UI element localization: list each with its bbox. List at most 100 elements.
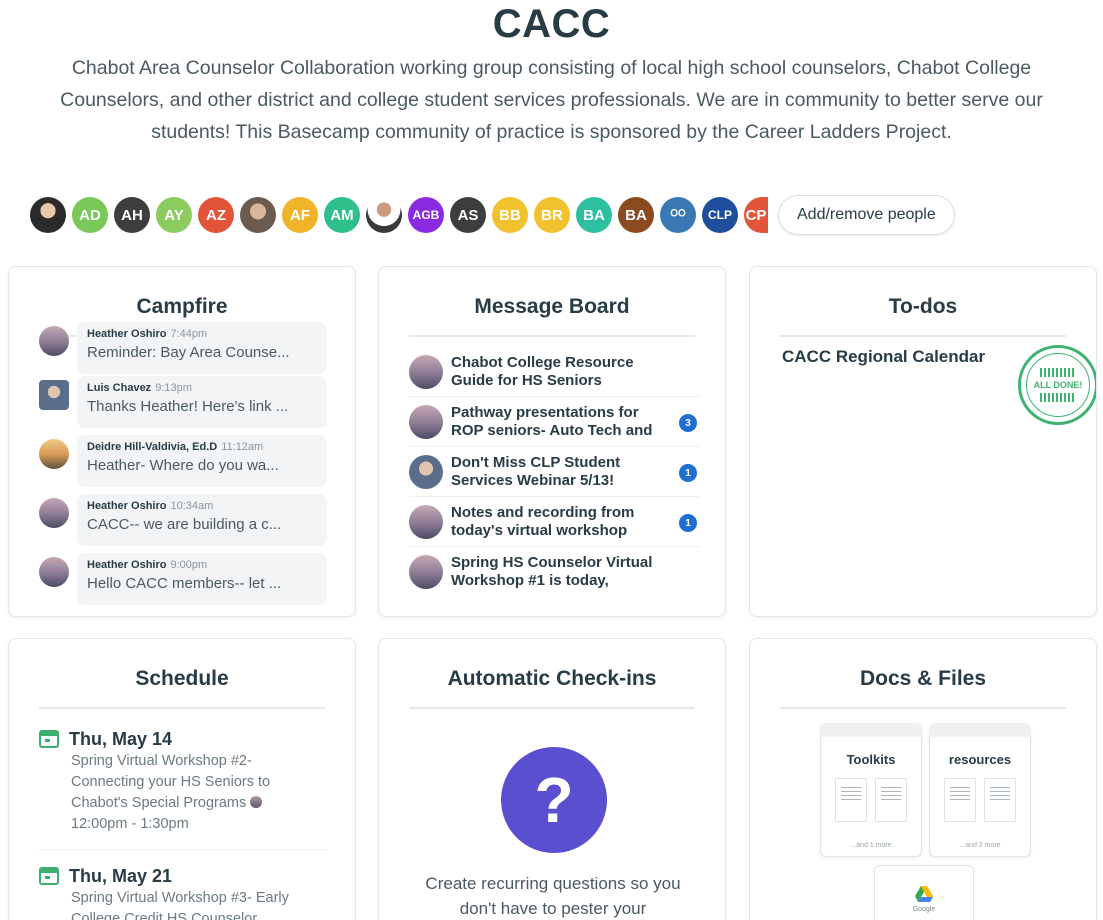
campfire-card[interactable]: Campfire Heather Oshiro 7:44pm Reminder: …	[8, 266, 356, 617]
chat-author: Luis Chavez	[87, 382, 152, 394]
message-item[interactable]: Notes and recording from today's virtual…	[409, 497, 699, 547]
message-list: Chabot College Resource Guide for HS Sen…	[409, 347, 699, 597]
avatar-initials: AGB	[412, 208, 440, 222]
chat-text: Reminder: Bay Area Counse...	[87, 344, 290, 361]
schedule-card[interactable]: Schedule Thu, May 14 Spring Virtual Work…	[8, 638, 356, 920]
avatar	[39, 380, 69, 410]
event-date: Thu, May 14	[69, 728, 173, 749]
avatar-initials: AM	[330, 206, 354, 224]
document-thumbnail	[835, 778, 867, 822]
avatar-list: AD AH AY AZ AF AM AGB AS BB BR BA BA ᴼᴼ CLP CP	[30, 197, 774, 233]
avatar-initials: AS	[457, 206, 479, 224]
todos-title[interactable]: To-dos	[750, 295, 1096, 319]
event-description-text: Spring Virtual Workshop #2- Connecting y…	[71, 753, 271, 811]
person-avatar[interactable]: BB	[492, 197, 528, 233]
avatar-initials: BB	[499, 206, 521, 224]
person-avatar[interactable]: AY	[156, 197, 192, 233]
add-remove-people-button[interactable]: Add/remove people	[778, 195, 955, 235]
comment-count-badge: 1	[679, 464, 697, 482]
checkins-title[interactable]: Automatic Check-ins	[379, 667, 725, 691]
person-avatar[interactable]: AZ	[198, 197, 234, 233]
chat-author: Heather Oshiro	[87, 500, 167, 512]
message-item[interactable]: Pathway presentations for ROP seniors- A…	[409, 397, 699, 447]
chat-line[interactable]: Deidre Hill-Valdivia, Ed.D 11:12am Heathe…	[39, 435, 327, 494]
stamp-ring: ALL DONE!	[1026, 353, 1090, 417]
chat-text: Hello CACC members-- let ...	[87, 575, 282, 592]
message-title[interactable]: Notes and recording from today's virtual…	[451, 504, 669, 540]
avatar-initials: CLP	[708, 208, 732, 222]
campfire-title[interactable]: Campfire	[9, 295, 355, 319]
document-thumbnail	[944, 778, 976, 822]
chat-line[interactable]: Heather Oshiro 9:00pm Hello CACC members-…	[39, 553, 327, 612]
message-title[interactable]: Chabot College Resource Guide for HS Sen…	[451, 354, 669, 390]
docs-card[interactable]: Docs & Files Toolkits ...and 1 more reso…	[749, 638, 1097, 920]
docs-title[interactable]: Docs & Files	[750, 667, 1096, 691]
calendar-icon	[39, 867, 59, 885]
event-time: 12:00pm - 1:30pm	[71, 816, 189, 832]
card-divider	[780, 707, 1066, 709]
stamp-stripes	[1040, 393, 1076, 402]
chat-time: 10:34am	[170, 500, 214, 512]
person-avatar[interactable]: AGB	[408, 197, 444, 233]
stamp-stripes	[1040, 368, 1076, 377]
avatar-initials: AF	[290, 206, 310, 224]
message-item[interactable]: Don't Miss CLP Student Services Webinar …	[409, 447, 699, 497]
checkins-card[interactable]: Automatic Check-ins ? Create recurring q…	[378, 638, 726, 920]
avatar	[39, 439, 69, 469]
person-avatar[interactable]: ᴼᴼ	[660, 197, 696, 233]
message-board-card[interactable]: Message Board Chabot College Resource Gu…	[378, 266, 726, 617]
person-avatar[interactable]: CLP	[702, 197, 738, 233]
schedule-title[interactable]: Schedule	[9, 667, 355, 691]
person-avatar[interactable]: CP	[744, 197, 768, 233]
message-item[interactable]: Spring HS Counselor Virtual Workshop #1 …	[409, 547, 699, 597]
event-date: Thu, May 21	[69, 865, 173, 886]
folder-resources[interactable]: resources ...and 2 more	[929, 723, 1031, 857]
google-file-label: Google	[912, 906, 936, 913]
person-avatar[interactable]: AD	[72, 197, 108, 233]
message-title[interactable]: Pathway presentations for ROP seniors- A…	[451, 404, 669, 440]
message-title[interactable]: Spring HS Counselor Virtual Workshop #1 …	[451, 554, 669, 590]
comment-count-badge: 3	[679, 414, 697, 432]
chat-line[interactable]: Heather Oshiro 10:34am CACC-- we are buil…	[39, 494, 327, 553]
google-drive-icon	[915, 886, 933, 902]
google-drive-file[interactable]: Google	[874, 865, 974, 920]
chat-bubble: Heather Oshiro 9:00pm Hello CACC members-…	[77, 553, 327, 605]
message-title[interactable]: Don't Miss CLP Student Services Webinar …	[451, 454, 669, 490]
person-avatar[interactable]: AF	[282, 197, 318, 233]
chat-time: 11:12am	[221, 441, 264, 453]
avatar	[409, 504, 443, 539]
folder-toolkits[interactable]: Toolkits ...and 1 more	[820, 723, 922, 857]
person-avatar[interactable]: AS	[450, 197, 486, 233]
message-board-title[interactable]: Message Board	[379, 295, 725, 319]
checkins-blurb: Create recurring questions so you don't …	[425, 874, 681, 918]
campfire-chat-list: Heather Oshiro 7:44pm Reminder: Bay Area …	[39, 322, 327, 612]
chat-line[interactable]: Heather Oshiro 7:44pm Reminder: Bay Area …	[39, 322, 327, 374]
person-avatar[interactable]	[366, 197, 402, 233]
person-avatar[interactable]: BA	[576, 197, 612, 233]
schedule-event[interactable]: Thu, May 21 Spring Virtual Workshop #3- …	[39, 864, 327, 920]
person-avatar[interactable]	[30, 197, 66, 233]
avatar-initials: BR	[541, 206, 563, 224]
person-avatar[interactable]: AM	[324, 197, 360, 233]
folder-name: resources	[948, 752, 1012, 767]
person-avatar[interactable]	[240, 197, 276, 233]
card-divider	[780, 335, 1066, 337]
message-item[interactable]: Chabot College Resource Guide for HS Sen…	[409, 347, 699, 397]
calendar-icon	[39, 730, 59, 748]
chat-bubble: Heather Oshiro 10:34am CACC-- we are buil…	[77, 494, 327, 546]
chat-text: CACC-- we are building a c...	[87, 516, 282, 533]
todos-card[interactable]: To-dos CACC Regional Calendar ALL DONE!	[749, 266, 1097, 617]
chat-time: 9:00pm	[170, 559, 208, 571]
schedule-event[interactable]: Thu, May 14 Spring Virtual Workshop #2- …	[39, 727, 327, 850]
avatar-initials: AH	[121, 206, 143, 224]
todo-list-title[interactable]: CACC Regional Calendar	[782, 347, 985, 367]
avatar	[409, 555, 443, 589]
person-avatar[interactable]: BA	[618, 197, 654, 233]
folder-tab	[929, 723, 1031, 737]
person-avatar[interactable]: BR	[534, 197, 570, 233]
event-description: Spring Virtual Workshop #3- Early Colleg…	[71, 890, 289, 920]
all-done-stamp: ALL DONE!	[1018, 345, 1096, 425]
avatar-initials: AY	[164, 206, 184, 224]
chat-line[interactable]: Luis Chavez 9:13pm Thanks Heather! Here's…	[39, 376, 327, 435]
person-avatar[interactable]: AH	[114, 197, 150, 233]
